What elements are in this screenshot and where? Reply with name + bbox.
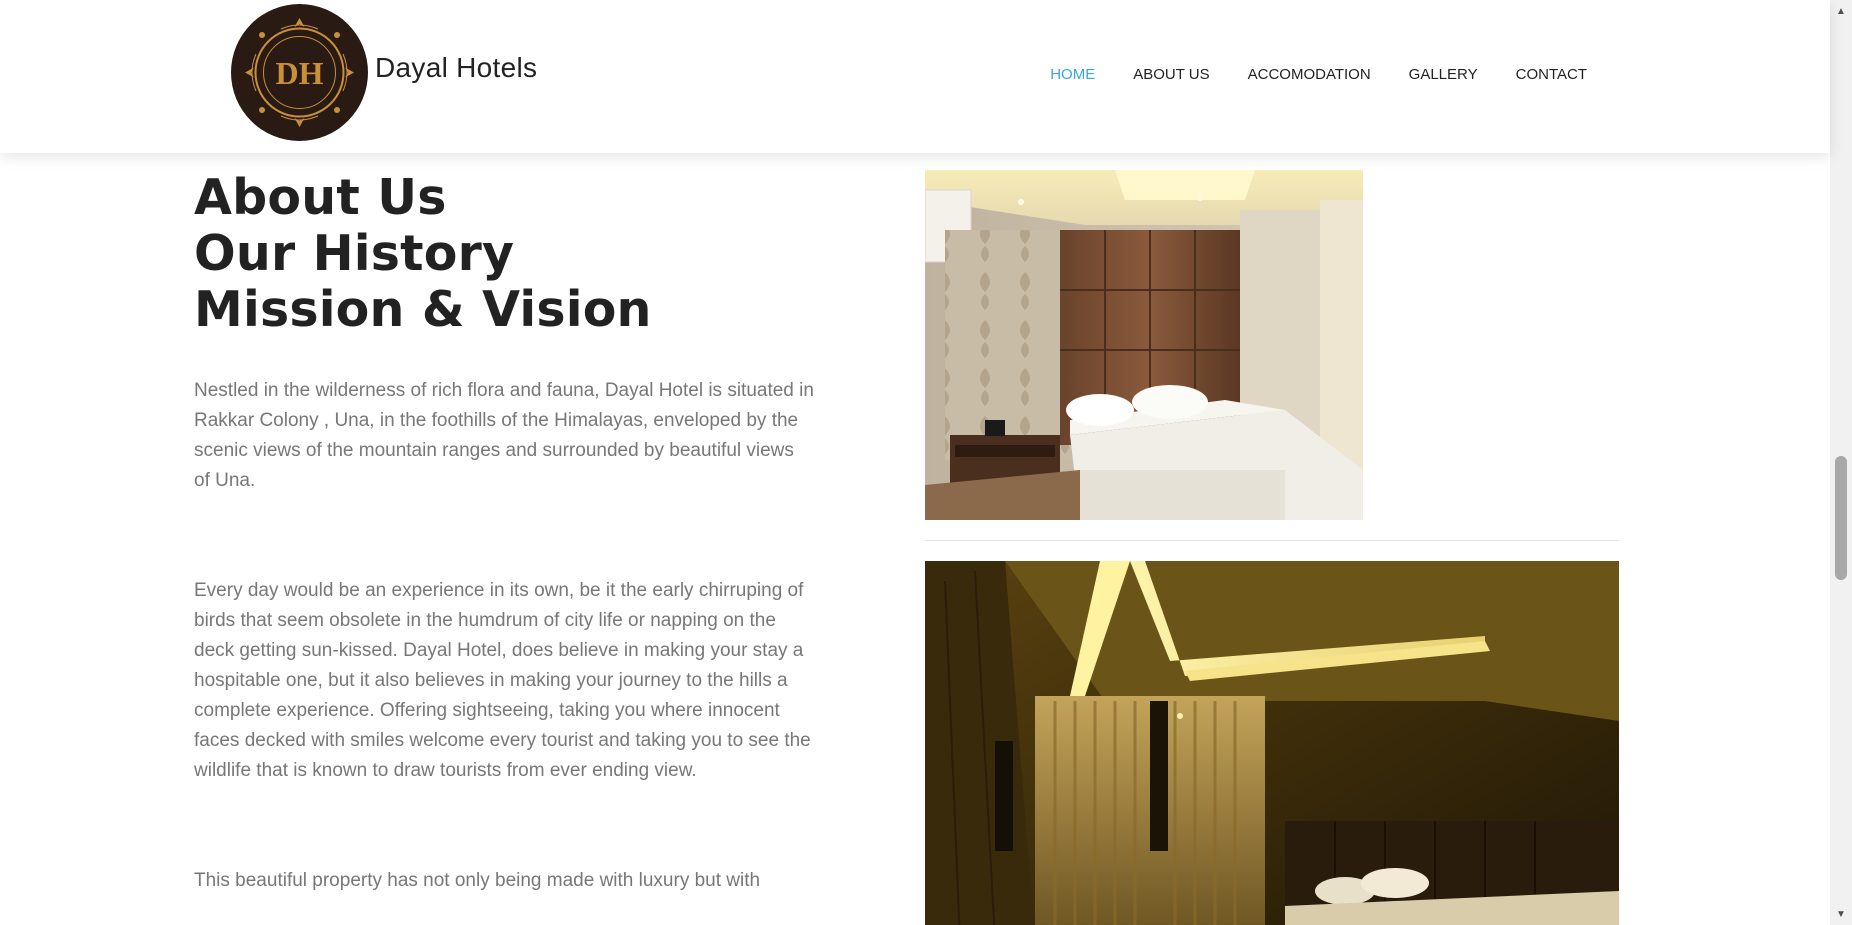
scroll-down-arrow-icon[interactable]: ▼ xyxy=(1830,903,1852,925)
about-section: About Us Our History Mission & Vision Ne… xyxy=(194,170,814,896)
page-scrollbar[interactable]: ▲ ▼ xyxy=(1830,0,1852,925)
image-divider xyxy=(925,540,1619,541)
nav-item-gallery[interactable]: GALLERY xyxy=(1409,66,1478,83)
dim-bedroom-photo-art xyxy=(925,561,1619,925)
about-heading: About Us Our History Mission & Vision xyxy=(194,170,814,338)
main-nav: HOME ABOUT US ACCOMODATION GALLERY CONTA… xyxy=(1050,66,1587,83)
hotel-crest-icon: DH xyxy=(245,18,354,127)
about-paragraph-2: Every day would be an experience in its … xyxy=(194,580,811,781)
scroll-up-arrow-icon[interactable]: ▲ xyxy=(1830,0,1852,22)
nav-item-accomodation[interactable]: ACCOMODATION xyxy=(1248,66,1371,83)
about-paragraph-1: Nestled in the wilderness of rich flora … xyxy=(194,380,814,491)
page: DH Dayal Hotels HOME ABOUT US ACCOMODATI… xyxy=(0,0,1852,925)
dim-bedroom-photo[interactable] xyxy=(925,561,1619,925)
logo[interactable]: DH xyxy=(231,4,368,141)
scroll-thumb[interactable] xyxy=(1835,456,1847,580)
logo-monogram: DH xyxy=(276,55,324,91)
about-paragraph-3: This beautiful property has not only bei… xyxy=(194,870,761,891)
nav-item-home[interactable]: HOME xyxy=(1050,66,1095,83)
heading-line-mission-vision: Mission & Vision xyxy=(194,281,652,338)
nav-item-about-us[interactable]: ABOUT US xyxy=(1133,66,1209,83)
brand-name[interactable]: Dayal Hotels xyxy=(375,52,537,84)
nav-item-contact[interactable]: CONTACT xyxy=(1516,66,1587,83)
heading-line-about-us: About Us xyxy=(194,169,447,226)
bedroom-photo-art xyxy=(925,170,1363,520)
heading-line-our-history: Our History xyxy=(194,225,515,282)
bedroom-photo[interactable] xyxy=(925,170,1363,520)
site-header: DH Dayal Hotels HOME ABOUT US ACCOMODATI… xyxy=(0,0,1830,153)
